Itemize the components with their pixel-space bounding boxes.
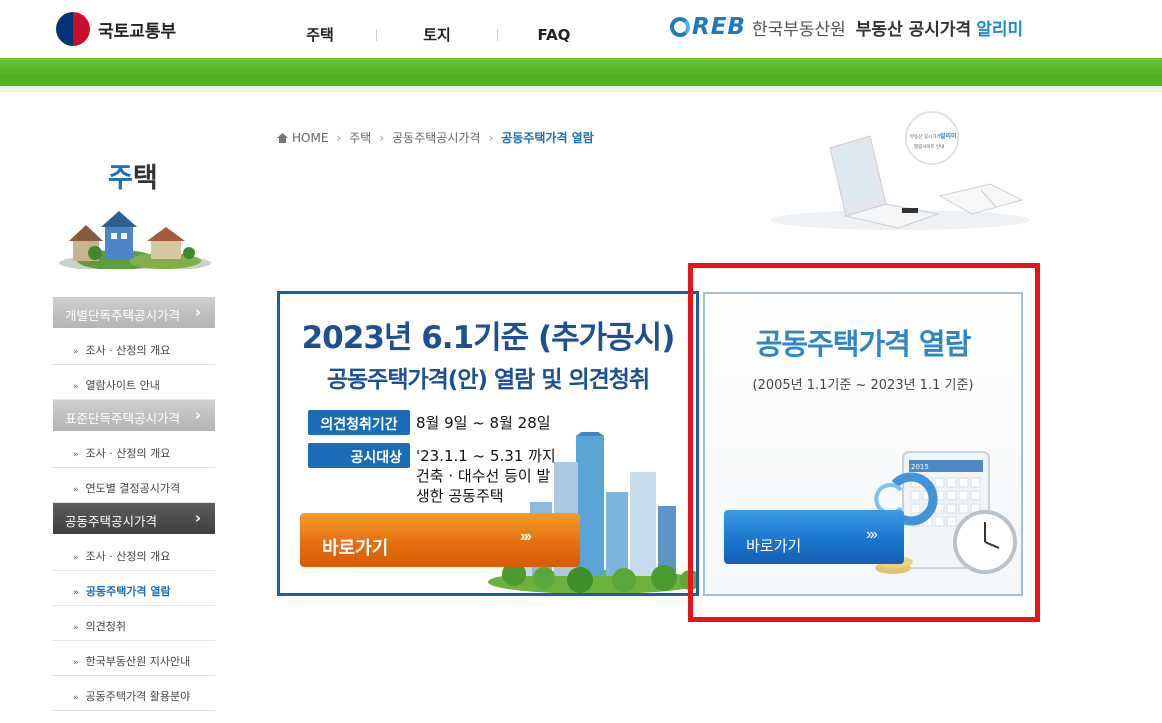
- service-title-accent: 알리미: [976, 19, 1024, 40]
- apartment-price-viewing-card: 공동주택가격 열람 (2005년 1.1기준 ~ 2023년 1.1 기준) 2…: [703, 292, 1023, 596]
- card-subtitle: (2005년 1.1기준 ~ 2023년 1.1 기준): [752, 378, 974, 393]
- home-icon: [277, 132, 288, 143]
- reb-name: 한국부동산원: [751, 19, 846, 40]
- sidebar-item-survey-overview[interactable]: » 조사 · 산정의 개요: [53, 536, 215, 571]
- breadcrumb-housing[interactable]: 주택: [349, 129, 371, 146]
- additional-notice-card: 2023년 6.1기준 (추가공시) 공동주택가격(안) 열람 및 의견청취 의…: [277, 291, 699, 596]
- sidebar-item-label: 조사 · 산정의 개요: [85, 550, 171, 563]
- breadcrumb-home[interactable]: HOME: [292, 131, 328, 145]
- reb-emblem-icon: [670, 17, 690, 37]
- nav-housing[interactable]: 주택: [290, 24, 350, 45]
- sidebar-section-standard-house[interactable]: 표준단독주택공시가격 ›: [53, 400, 215, 431]
- sidebar-section-label: 개별단독주택공시가격: [65, 308, 181, 323]
- sidebar-item-opinion-hearing[interactable]: » 의견청취: [53, 606, 215, 641]
- card-subtitle: 공동주택가격(안) 열람 및 의견청취: [326, 367, 650, 393]
- opinion-period-tag: 의견청취기간: [308, 410, 410, 435]
- sidebar-section-label: 공동주택공시가격: [65, 514, 158, 529]
- sidebar-item-label: 열람사이트 안내: [85, 379, 160, 392]
- top-navigation: 주택 토지 FAQ: [290, 24, 584, 45]
- ministry-name[interactable]: 국토교통부: [98, 17, 176, 42]
- sidebar-section-apartment[interactable]: 공동주택공시가격 ›: [53, 503, 215, 534]
- houses-illustration: [59, 211, 211, 269]
- apartment-price-viewing-go-button[interactable]: 바로가기 ›››: [724, 510, 904, 564]
- bullet-icon: »: [73, 623, 79, 633]
- sidebar-section-label: 표준단독주택공시가격: [65, 411, 181, 426]
- reb-logo[interactable]: REB 한국부동산원 부동산 공시가격 알리미: [670, 14, 1023, 40]
- sidebar-item-label: 공동주택가격 열람: [85, 585, 171, 598]
- bullet-icon: »: [73, 450, 79, 460]
- laptop-screen-line1: 부동산 공시가격: [910, 133, 940, 140]
- bullet-icon: »: [73, 588, 79, 598]
- chevron-right-icon: ›››: [520, 528, 532, 545]
- chevron-right-icon: ›: [194, 509, 201, 527]
- site-header: 국토교통부 주택 토지 FAQ REB 한국부동산원 부동산 공시가격 알리미: [0, 0, 1162, 58]
- additional-notice-go-button[interactable]: 바로가기 ›››: [300, 513, 580, 567]
- sidebar-title: 주택: [108, 156, 158, 195]
- ministry-emblem-icon[interactable]: [56, 12, 90, 46]
- breadcrumb-separator: ›: [488, 130, 494, 145]
- button-label: 바로가기: [746, 537, 802, 555]
- chevron-right-icon: ›: [194, 406, 201, 424]
- breadcrumb: HOME › 주택 › 공동주택공시가격 › 공동주택가격 열람: [277, 129, 594, 146]
- sidebar-item-label: 조사 · 산정의 개요: [85, 447, 171, 460]
- sidebar-item-label: 한국부동산원 지사안내: [85, 655, 191, 668]
- breadcrumb-separator: ›: [336, 130, 342, 145]
- bullet-icon: »: [73, 553, 79, 563]
- sidebar-item-branch-guide[interactable]: » 한국부동산원 지사안내: [53, 641, 215, 676]
- chevron-right-icon: ›: [194, 303, 201, 321]
- sidebar-title-rest: 택: [132, 163, 158, 194]
- sidebar-item-annual-prices[interactable]: » 연도별 결정공시가격: [53, 468, 215, 503]
- breadcrumb-separator: ›: [379, 130, 385, 145]
- sidebar-item-survey-overview[interactable]: » 조사 · 산정의 개요: [53, 433, 215, 468]
- sidebar-item-survey-overview[interactable]: » 조사 · 산정의 개요: [53, 330, 215, 365]
- calendar-year: 2015: [911, 463, 929, 471]
- sidebar-item-label: 연도별 결정공시가격: [85, 482, 181, 495]
- service-title: 부동산 공시가격: [855, 19, 972, 40]
- bullet-icon: »: [73, 485, 79, 495]
- laptop-screen-accent: 알리미: [940, 132, 957, 140]
- sidebar-section-individual-house[interactable]: 개별단독주택공시가격 ›: [53, 297, 215, 328]
- sidebar-title-first: 주: [108, 163, 133, 194]
- bullet-icon: »: [73, 693, 79, 703]
- laptop-screen-line2: 열람사이트 안내: [914, 143, 944, 150]
- page: 국토교통부 주택 토지 FAQ REB 한국부동산원 부동산 공시가격 알리미 …: [0, 0, 1162, 723]
- bullet-icon: »: [73, 658, 79, 668]
- nav-land[interactable]: 토지: [407, 24, 467, 45]
- sidebar-item-label: 공동주택가격 활용분야: [85, 690, 191, 703]
- header-green-band: [0, 58, 1162, 92]
- bullet-icon: »: [73, 347, 79, 357]
- chevron-right-icon: ›››: [866, 526, 878, 543]
- breadcrumb-apartment-price[interactable]: 공동주택공시가격: [392, 129, 480, 146]
- nav-divider: [376, 28, 377, 41]
- reb-letters: REB: [692, 14, 746, 40]
- sidebar-item-usage-fields[interactable]: » 공동주택가격 활용분야: [53, 676, 215, 711]
- sidebar-item-apartment-price-viewing[interactable]: » 공동주택가격 열람: [53, 571, 215, 606]
- laptop-illustration: 부동산 공시가격 알리미 열람사이트 안내: [770, 111, 1030, 230]
- opinion-period-value: 8월 9일 ~ 8월 28일: [416, 414, 551, 432]
- sidebar-item-label: 조사 · 산정의 개요: [85, 344, 171, 357]
- bullet-icon: »: [73, 382, 79, 392]
- nav-divider: [497, 28, 498, 41]
- card-title: 2023년 6.1기준 (추가공시): [301, 320, 676, 356]
- breadcrumb-current: 공동주택가격 열람: [501, 131, 594, 145]
- notice-target-tag: 공시대상: [308, 443, 410, 468]
- sidebar-item-viewing-site-guide[interactable]: » 열람사이트 안내: [53, 365, 215, 400]
- nav-faq[interactable]: FAQ: [524, 26, 584, 44]
- sidebar-item-label: 의견청취: [85, 620, 126, 633]
- button-label: 바로가기: [322, 538, 389, 558]
- card-title: 공동주택가격 열람: [755, 327, 972, 361]
